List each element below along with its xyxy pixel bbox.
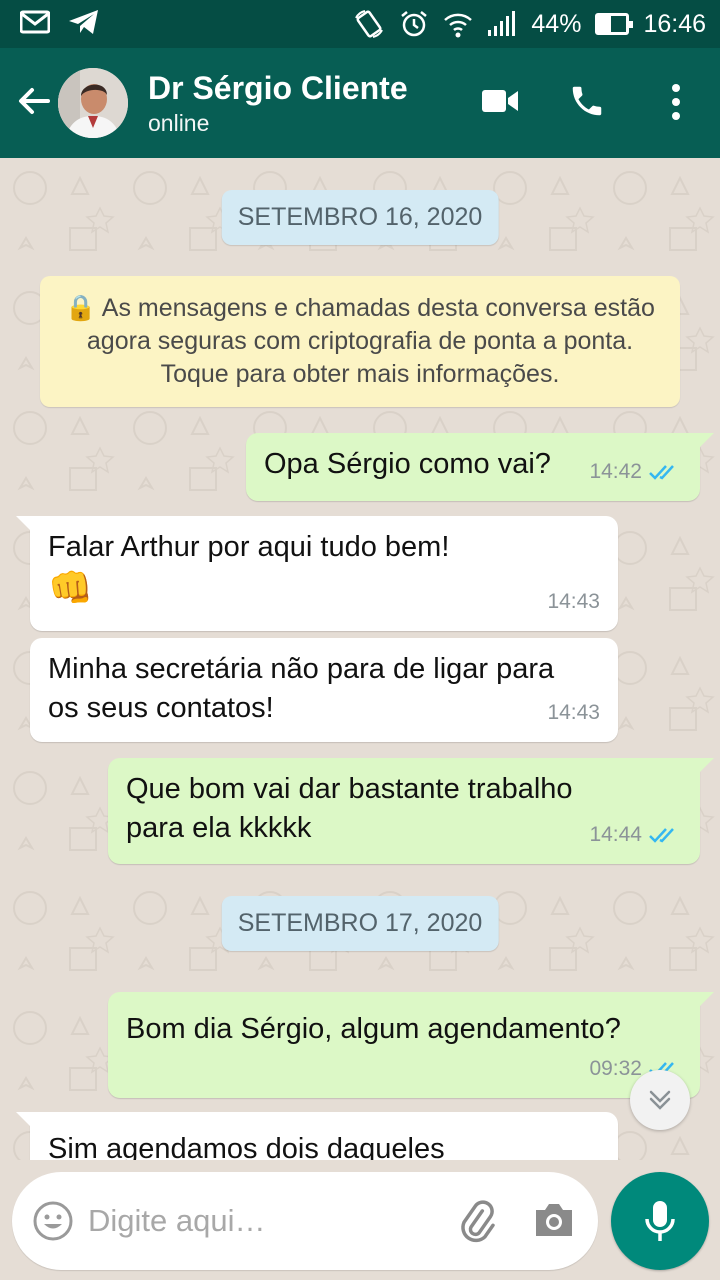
message-text: Que bom vai dar bastante trabalho para e… [126,773,573,844]
message-outgoing[interactable]: Bom dia Sérgio, algum agendamento? 09:32 [108,992,714,1098]
paperclip-icon[interactable] [454,1198,500,1244]
date-divider: SETEMBRO 17, 2020 [221,896,499,951]
message-outgoing[interactable]: Opa Sérgio como vai? 14:42 [246,433,714,501]
chat-header: Dr Sérgio Cliente online [0,48,720,158]
back-arrow-icon[interactable] [14,81,54,121]
gmail-icon [20,10,50,34]
message-text: Bom dia Sérgio, algum agendamento? [126,1013,621,1045]
message-text: Minha secretária não para de ligar para … [48,653,555,724]
avatar[interactable] [58,68,128,138]
video-call-icon[interactable] [480,86,520,116]
composer-bar [0,1160,720,1280]
message-text: Sim agendamos dois daqueles [48,1133,445,1160]
message-input-container [12,1172,598,1270]
message-outgoing[interactable]: Que bom vai dar bastante trabalho para e… [108,758,714,864]
wifi-icon [444,13,473,38]
message-meta: 14:43 [547,693,600,732]
fist-emoji: 👊 [48,567,93,608]
status-bar: 44% 16:46 [0,0,720,48]
message-time: 14:43 [547,590,600,613]
message-incoming[interactable]: Falar Arthur por aqui tudo bem! 👊 14:43 [16,516,618,631]
rotate-icon [355,10,384,38]
alarm-icon [401,11,428,37]
scroll-to-bottom-button[interactable] [630,1070,690,1130]
camera-icon[interactable] [532,1200,576,1240]
emoji-icon[interactable] [32,1200,74,1242]
contact-status: online [148,110,210,136]
message-meta: 14:43 [547,582,600,621]
battery-percent: 44% [531,9,582,38]
signal-icon [488,11,516,36]
date-divider: SETEMBRO 16, 2020 [221,190,499,245]
double-chevron-down-icon [649,1090,671,1110]
message-time: 14:44 [589,823,642,846]
more-vert-icon[interactable] [664,82,688,122]
message-incoming[interactable]: Sim agendamos dois daqueles [16,1112,618,1160]
message-input[interactable] [88,1196,418,1246]
chat-area[interactable]: SETEMBRO 16, 2020 🔒 As mensagens e chama… [0,158,720,1160]
battery-level [598,16,611,32]
message-text: Opa Sérgio como vai? [264,448,551,480]
clock: 16:46 [643,9,706,38]
mic-button[interactable] [611,1172,709,1270]
message-time: 14:42 [589,460,642,483]
phone-icon[interactable] [568,82,606,120]
message-text: Falar Arthur por aqui tudo bem! [48,531,450,563]
double-check-icon [649,464,674,480]
message-time: 14:43 [547,701,600,724]
contact-name[interactable]: Dr Sérgio Cliente [148,70,408,107]
double-check-icon [649,827,674,843]
encryption-notice[interactable]: 🔒 As mensagens e chamadas desta conversa… [40,276,680,407]
battery-icon [595,13,634,35]
message-meta: 14:42 [589,452,682,491]
message-incoming[interactable]: Minha secretária não para de ligar para … [30,638,618,742]
mic-icon [645,1201,675,1241]
telegram-icon [69,10,98,34]
message-meta: 14:44 [589,815,682,854]
message-time: 09:32 [589,1057,642,1080]
